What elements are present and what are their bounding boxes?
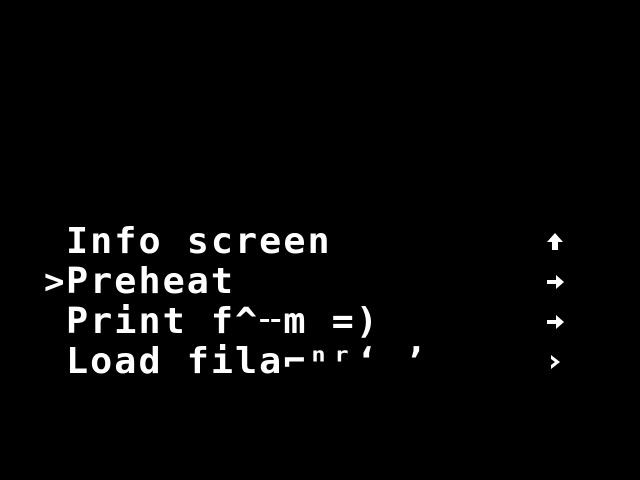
menu-item-label: Info screen (66, 221, 332, 262)
menu-item-load-filament[interactable]: Load fila⌐ⁿʳʻ ʼ (44, 342, 584, 382)
menu-item-label: Preheat (66, 261, 236, 302)
menu-item-label: Load fila⌐ⁿʳʻ ʼ (66, 341, 429, 382)
up-arrow-icon (540, 222, 570, 262)
main-menu: Info screen > Preheat Print f^╌m =) Load… (44, 222, 584, 382)
lcd-screen: Info screen > Preheat Print f^╌m =) Load… (0, 0, 640, 480)
right-arrow-icon (540, 262, 570, 302)
menu-item-preheat[interactable]: > Preheat (44, 262, 584, 302)
selection-cursor: > (44, 262, 65, 302)
menu-item-print-from-sd[interactable]: Print f^╌m =) (44, 302, 584, 342)
menu-item-info-screen[interactable]: Info screen (44, 222, 584, 262)
right-arrow-icon (540, 302, 570, 342)
chevron-right-icon (540, 342, 570, 382)
menu-item-label: Print f^╌m =) (66, 301, 380, 342)
